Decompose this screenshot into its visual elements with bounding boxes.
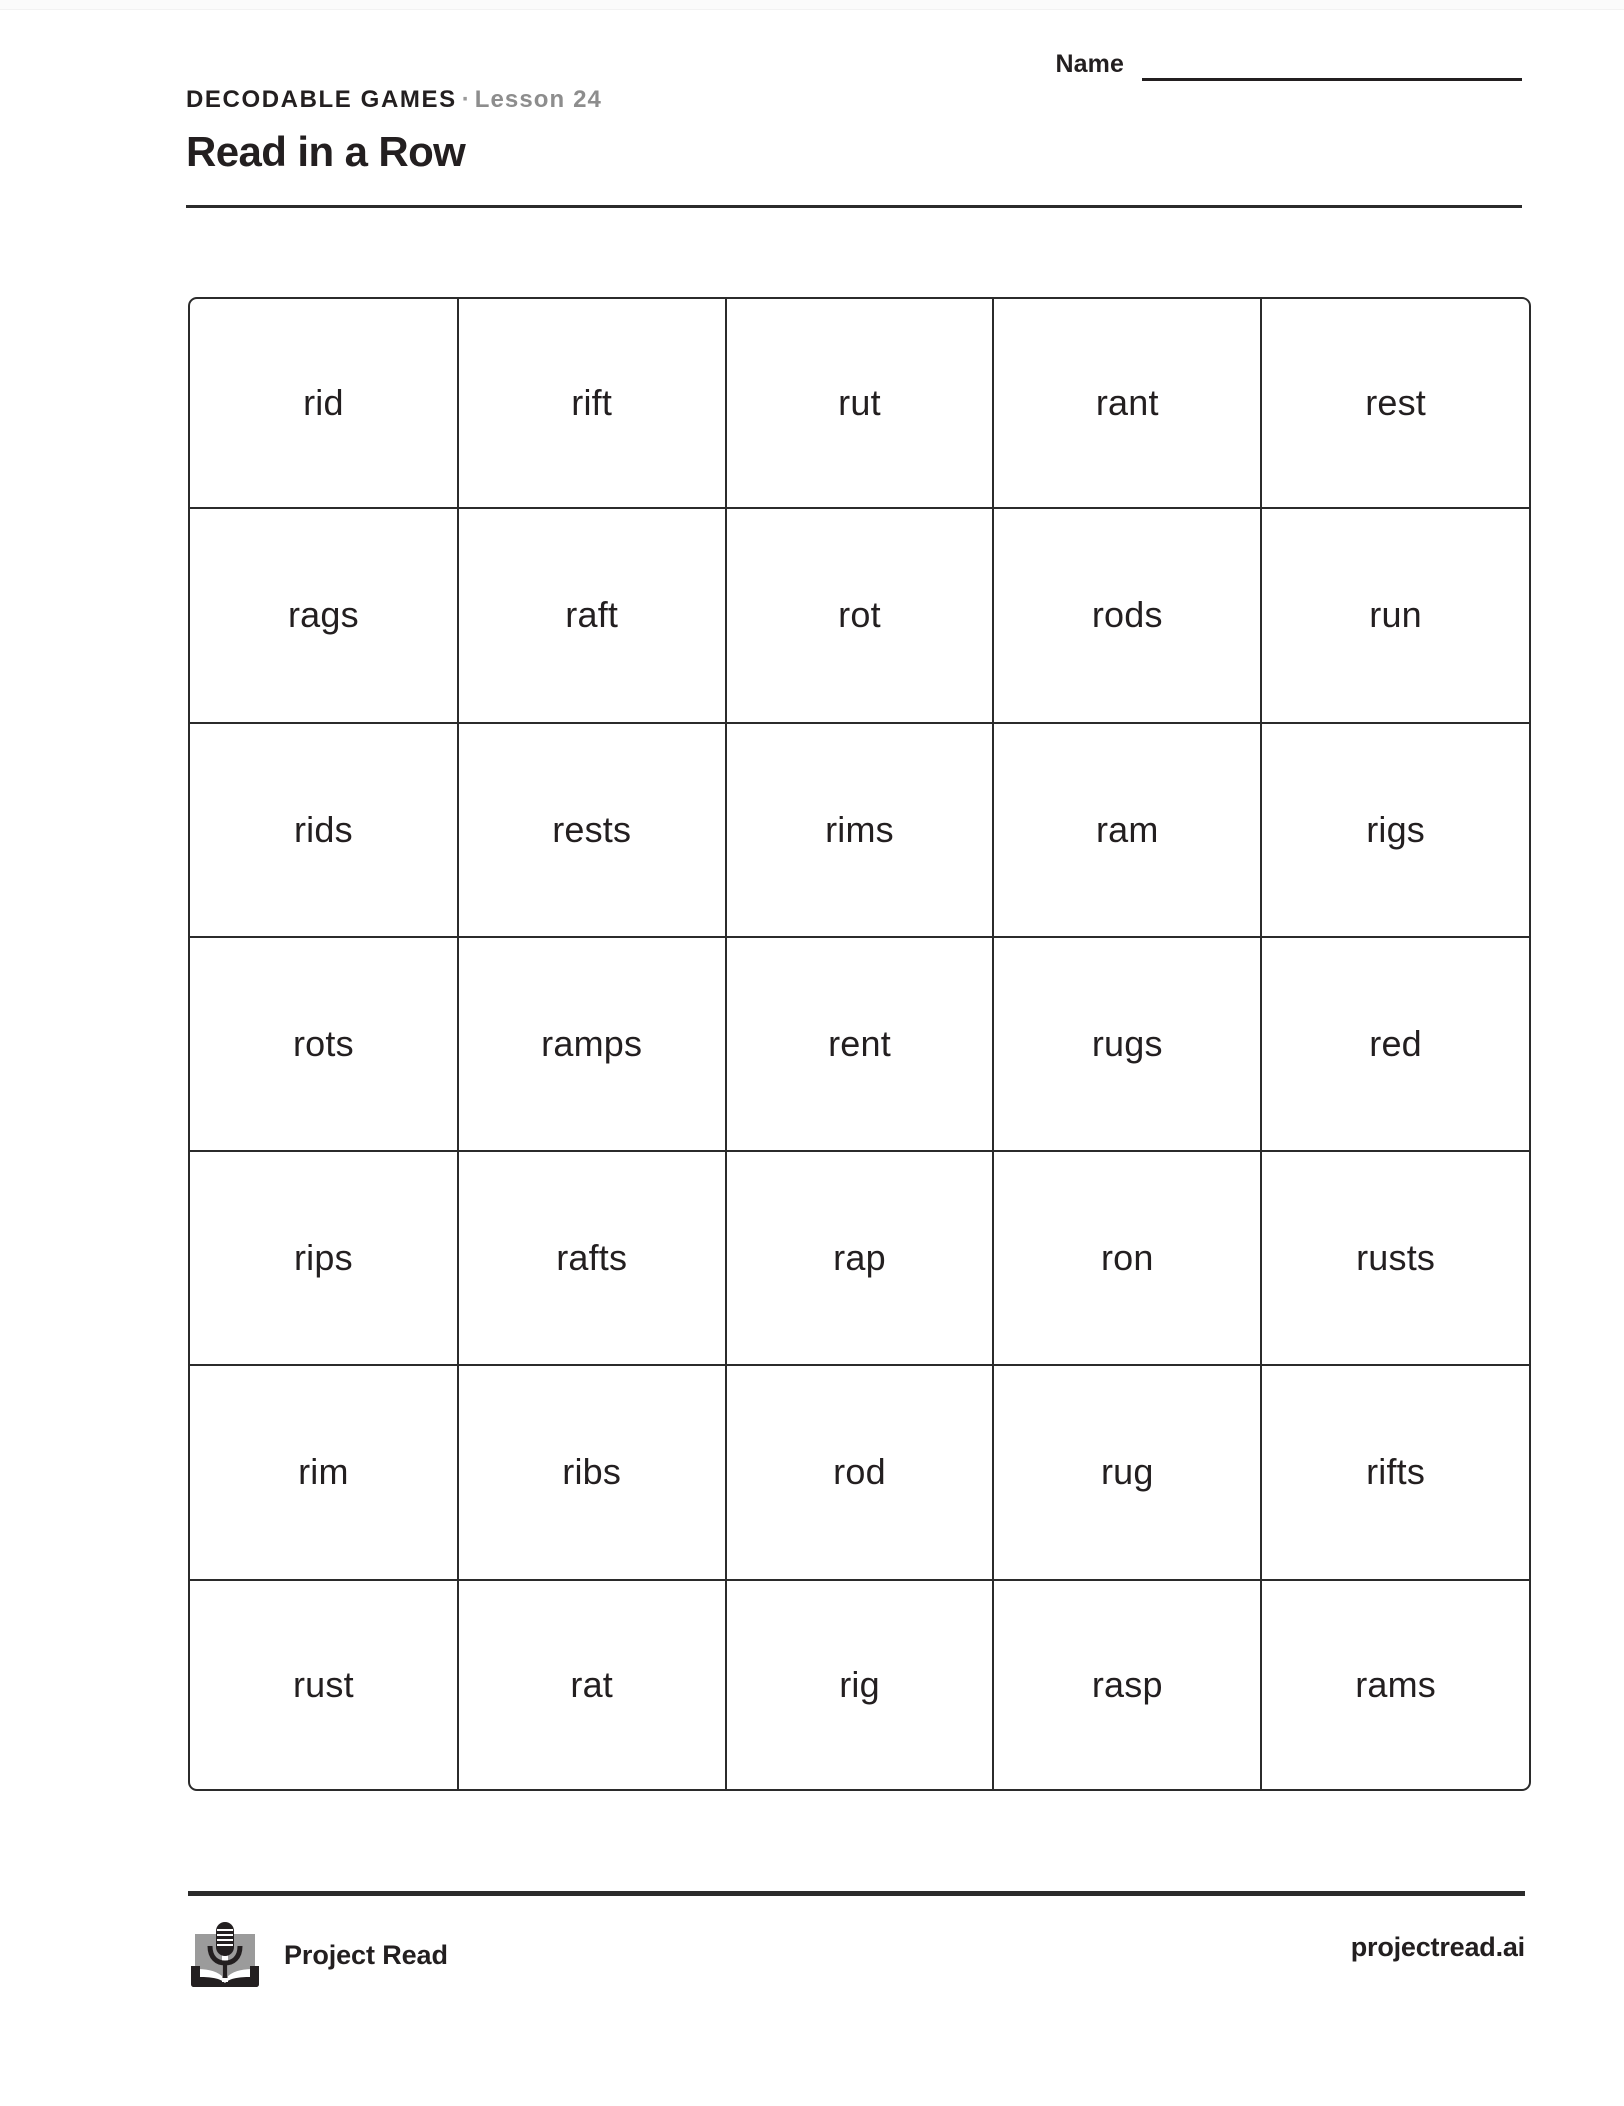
name-label: Name: [1055, 50, 1124, 78]
table-row: rags raft rot rods run: [190, 508, 1529, 724]
book-microphone-icon: [188, 1920, 262, 1990]
table-row: rips rafts rap ron rusts: [190, 1151, 1529, 1367]
word-cell[interactable]: rap: [725, 1151, 995, 1367]
word-cell[interactable]: ram: [993, 722, 1263, 938]
name-field-group: Name: [1055, 50, 1522, 81]
word-cell[interactable]: ribs: [457, 1365, 727, 1581]
brand-lockup: Project Read: [188, 1920, 448, 1990]
word-cell[interactable]: rat: [457, 1579, 727, 1789]
breadcrumb: DECODABLE GAMES · Lesson 24: [186, 88, 602, 112]
brand-name: Project Read: [284, 1939, 448, 1970]
word-cell[interactable]: rot: [725, 508, 995, 724]
word-cell[interactable]: ramps: [457, 936, 727, 1153]
word-cell[interactable]: red: [1261, 936, 1529, 1153]
word-cell[interactable]: rugs: [993, 936, 1263, 1153]
word-cell[interactable]: rips: [190, 1151, 459, 1367]
word-cell[interactable]: rut: [725, 299, 995, 510]
table-row: rid rift rut rant rest: [190, 299, 1529, 510]
word-cell[interactable]: rant: [993, 299, 1263, 510]
table-row: rids rests rims ram rigs: [190, 722, 1529, 938]
word-cell[interactable]: ron: [993, 1151, 1263, 1367]
page-title: Read in a Row: [186, 128, 466, 175]
word-cell[interactable]: rafts: [457, 1151, 727, 1367]
worksheet-footer: Project Read projectread.ai: [188, 1918, 1525, 2028]
word-cell[interactable]: run: [1261, 508, 1529, 724]
word-grid: rid rift rut rant rest rags raft rot rod…: [188, 297, 1531, 1791]
worksheet-header: Name DECODABLE GAMES · Lesson 24 Read in a…: [186, 52, 1522, 212]
page-top-edge: [0, 0, 1624, 10]
word-cell[interactable]: rod: [725, 1365, 995, 1581]
word-cell[interactable]: rigs: [1261, 722, 1529, 938]
word-cell[interactable]: rots: [190, 936, 459, 1153]
word-cell[interactable]: rests: [457, 722, 727, 938]
word-cell[interactable]: rift: [457, 299, 727, 510]
header-divider: [186, 205, 1522, 208]
word-cell[interactable]: rusts: [1261, 1151, 1529, 1367]
site-url[interactable]: projectread.ai: [1351, 1932, 1525, 1963]
word-cell[interactable]: rig: [725, 1579, 995, 1789]
table-row: rim ribs rod rug rifts: [190, 1365, 1529, 1581]
word-cell[interactable]: rid: [190, 299, 459, 510]
table-row: rust rat rig rasp rams: [190, 1579, 1529, 1789]
name-write-in-line[interactable]: [1142, 78, 1522, 81]
breadcrumb-separator: ·: [461, 86, 470, 113]
word-cell[interactable]: rids: [190, 722, 459, 938]
word-cell[interactable]: rags: [190, 508, 459, 724]
lesson-label: Lesson 24: [474, 86, 602, 113]
word-cell[interactable]: rust: [190, 1579, 459, 1789]
word-cell[interactable]: rug: [993, 1365, 1263, 1581]
word-cell[interactable]: rods: [993, 508, 1263, 724]
word-cell[interactable]: rams: [1261, 1580, 1529, 1789]
word-cell[interactable]: rasp: [993, 1579, 1263, 1789]
word-cell[interactable]: rims: [725, 722, 995, 938]
footer-divider: [188, 1891, 1525, 1896]
series-label: DECODABLE GAMES: [186, 86, 457, 113]
word-cell[interactable]: rifts: [1261, 1365, 1529, 1581]
word-cell[interactable]: rest: [1261, 299, 1529, 510]
worksheet-page: Name DECODABLE GAMES · Lesson 24 Read in a…: [0, 0, 1624, 2106]
word-grid-body: rid rift rut rant rest rags raft rot rod…: [190, 299, 1529, 1789]
word-cell[interactable]: rim: [190, 1365, 459, 1581]
word-cell[interactable]: rent: [725, 936, 995, 1153]
word-cell[interactable]: raft: [457, 508, 727, 724]
table-row: rots ramps rent rugs red: [190, 936, 1529, 1153]
